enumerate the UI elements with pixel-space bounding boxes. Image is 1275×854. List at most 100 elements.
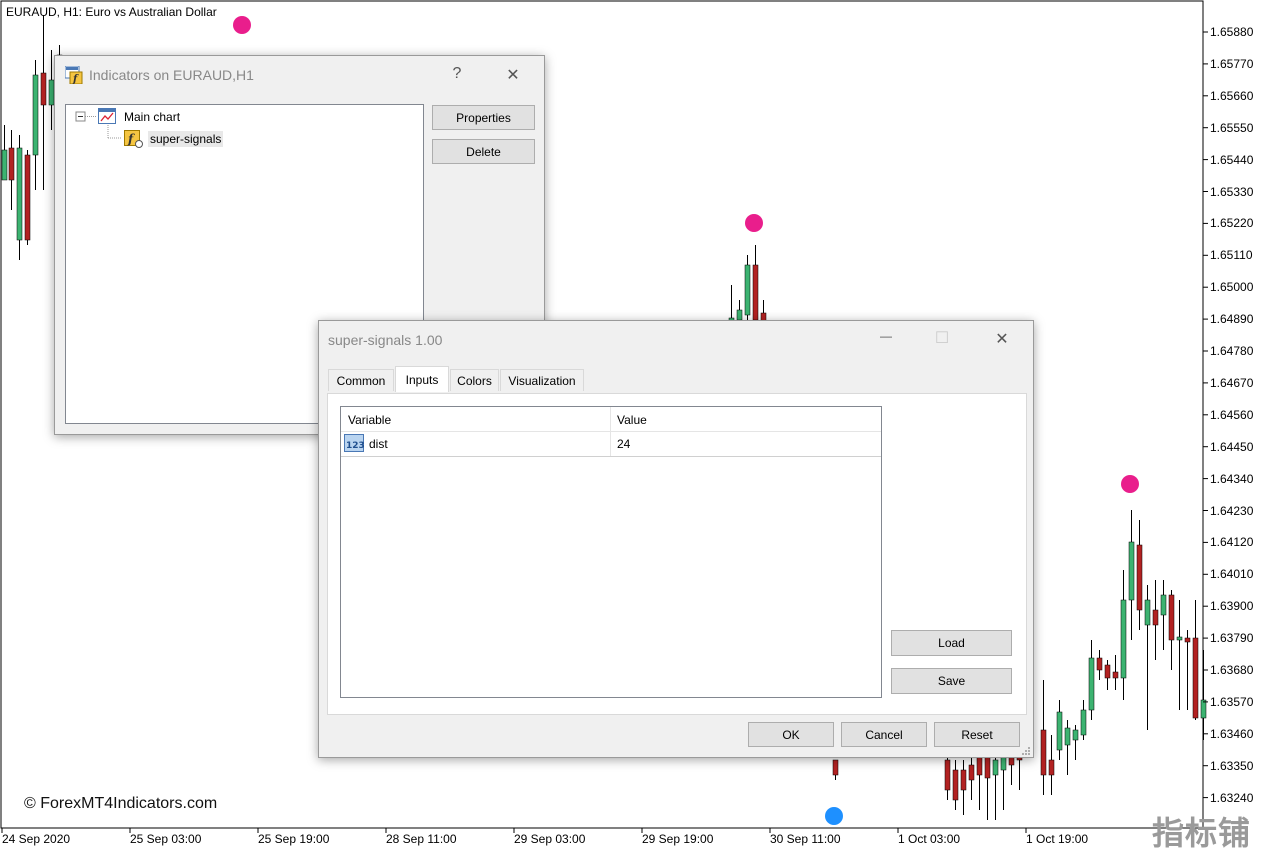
buy-signal-dot xyxy=(825,807,843,825)
time-tick-label: 1 Oct 19:00 xyxy=(1026,832,1089,846)
indicators-dialog-icon: f xyxy=(64,65,83,85)
bear-candle xyxy=(1096,657,1103,671)
price-tick-label: 1.64560 xyxy=(1210,407,1254,422)
time-tick-label: 25 Sep 03:00 xyxy=(130,832,202,846)
price-tick-label: 1.65770 xyxy=(1210,56,1254,71)
time-tick-label: 30 Sep 11:00 xyxy=(770,832,841,846)
time-tick-label: 29 Sep 03:00 xyxy=(514,832,586,846)
delete-button[interactable]: Delete xyxy=(432,139,535,164)
price-tick-label: 1.65880 xyxy=(1210,25,1254,39)
price-tick-label: 1.64340 xyxy=(1210,471,1254,486)
chart-title: EURAUD, H1: Euro vs Australian Dollar xyxy=(6,5,217,19)
price-tick-label: 1.64670 xyxy=(1210,375,1254,390)
minimize-icon[interactable]: — xyxy=(875,329,897,343)
bull-candle xyxy=(1128,541,1135,601)
price-tick-label: 1.63790 xyxy=(1210,631,1254,646)
price-tick-label: 1.63240 xyxy=(1210,790,1254,805)
variable-cell: dist xyxy=(369,437,388,451)
time-tick-label: 29 Sep 19:00 xyxy=(642,832,714,846)
bear-candle xyxy=(1112,671,1119,679)
inputs-grid[interactable]: Variable Value 123 dist 24 xyxy=(340,406,882,698)
close-icon[interactable]: ✕ xyxy=(503,65,523,85)
price-tick-label: 1.65660 xyxy=(1210,88,1254,103)
brand-logo-text: 指标铺 xyxy=(1152,814,1252,852)
price-tick-label: 1.65220 xyxy=(1210,216,1254,231)
bear-candle xyxy=(960,769,967,791)
grid-header-row: Variable Value xyxy=(341,407,881,457)
tab-common[interactable]: Common xyxy=(328,369,394,391)
reset-button[interactable]: Reset xyxy=(934,722,1020,747)
bull-candle xyxy=(1176,636,1183,641)
bull-candle xyxy=(1,149,8,181)
tree-lines xyxy=(75,111,122,139)
price-tick-label: 1.65000 xyxy=(1210,280,1254,295)
column-header-value[interactable]: Value xyxy=(617,413,647,427)
watermark-text: © ForexMT4Indicators.com xyxy=(24,795,218,812)
price-tick-label: 1.64450 xyxy=(1210,439,1254,454)
bear-candle xyxy=(752,264,759,321)
price-tick-label: 1.63570 xyxy=(1210,694,1254,709)
bear-candle xyxy=(944,759,951,791)
column-header-variable[interactable]: Variable xyxy=(348,413,391,427)
cancel-button[interactable]: Cancel xyxy=(841,722,927,747)
bull-candle xyxy=(1160,594,1167,616)
bear-candle xyxy=(1040,729,1047,776)
price-tick-label: 1.63460 xyxy=(1210,726,1254,741)
bull-candle xyxy=(744,264,751,316)
tab-colors[interactable]: Colors xyxy=(450,369,499,391)
bear-candle xyxy=(1168,594,1175,641)
bull-candle xyxy=(992,759,999,776)
price-tick-label: 1.64890 xyxy=(1210,312,1254,327)
bull-candle xyxy=(1200,699,1207,719)
bull-candle xyxy=(1080,709,1087,736)
bull-candle xyxy=(1088,657,1095,711)
properties-dialog-title: super-signals 1.00 xyxy=(328,332,443,348)
bull-candle xyxy=(32,74,39,156)
bear-candle xyxy=(8,147,15,181)
indicator-properties-dialog: super-signals 1.00 — ☐ ✕ Common Inputs C… xyxy=(318,320,1034,758)
main-chart-icon xyxy=(98,108,116,127)
bull-candle xyxy=(1064,727,1071,746)
maximize-icon[interactable]: ☐ xyxy=(931,328,953,348)
bull-candle xyxy=(16,147,23,241)
bear-candle xyxy=(1184,637,1191,643)
bull-candle xyxy=(1120,599,1127,679)
properties-button[interactable]: Properties xyxy=(432,105,535,130)
tree-item-main-chart[interactable]: Main chart xyxy=(124,110,180,124)
ok-button[interactable]: OK xyxy=(748,722,834,747)
bull-candle xyxy=(1072,729,1079,741)
bear-candle xyxy=(968,764,975,781)
tab-strip: Common Inputs Colors Visualization xyxy=(328,366,588,392)
bear-candle xyxy=(952,769,959,801)
indicators-dialog-title: Indicators on EURAUD,H1 xyxy=(89,67,254,83)
bear-candle xyxy=(40,72,47,106)
value-cell[interactable]: 24 xyxy=(617,437,630,451)
price-tick-label: 1.64010 xyxy=(1210,567,1254,582)
price-tick-label: 1.64780 xyxy=(1210,344,1254,358)
svg-text:123: 123 xyxy=(346,441,365,451)
bull-candle xyxy=(736,309,743,321)
time-tick-label: 1 Oct 03:00 xyxy=(898,832,961,846)
number-type-icon: 123 xyxy=(344,434,366,456)
help-icon[interactable]: ? xyxy=(447,65,467,83)
price-tick-label: 1.63680 xyxy=(1210,663,1254,677)
time-tick-label: 24 Sep 2020 xyxy=(2,832,71,846)
load-button[interactable]: Load xyxy=(891,630,1012,656)
time-tick-label: 25 Sep 19:00 xyxy=(258,832,330,846)
close-icon[interactable]: ✕ xyxy=(991,329,1013,349)
price-tick-label: 1.63350 xyxy=(1210,758,1254,773)
save-button[interactable]: Save xyxy=(891,668,1012,694)
tree-item-super-signals[interactable]: super-signals xyxy=(148,131,224,147)
bear-candle xyxy=(1104,664,1111,679)
sell-signal-dot xyxy=(1121,475,1139,493)
tab-inputs[interactable]: Inputs xyxy=(395,366,449,392)
bear-candle xyxy=(832,759,839,776)
bear-candle xyxy=(24,154,31,241)
bear-candle xyxy=(1136,544,1143,611)
table-row[interactable]: 123 dist 24 xyxy=(341,432,881,457)
bear-candle xyxy=(1152,609,1159,626)
sell-signal-dot xyxy=(233,16,251,34)
bear-candle xyxy=(1048,759,1055,776)
tab-visualization[interactable]: Visualization xyxy=(500,369,584,391)
resize-grip-icon[interactable] xyxy=(1021,745,1031,755)
